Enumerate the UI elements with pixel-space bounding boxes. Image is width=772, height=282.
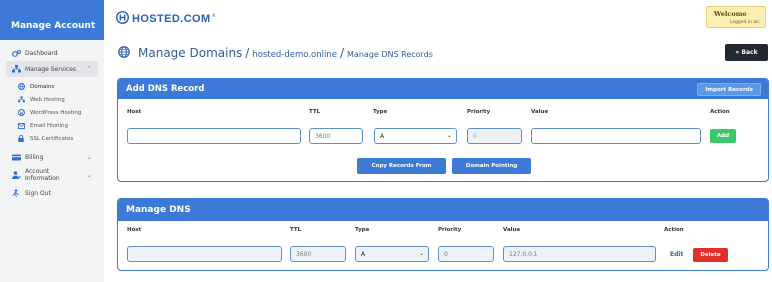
column-header-priority: Priority (467, 109, 491, 115)
column-header-type: Type (355, 227, 370, 233)
sidebar-subitem-label: Web Hosting (30, 96, 65, 103)
record-priority-input[interactable]: 0 (438, 246, 494, 262)
record-ttl-input[interactable]: 3600 (290, 246, 346, 262)
sidebar-item-label: Billing (25, 153, 44, 161)
sidebar-subitem-web-hosting[interactable]: Web Hosting (0, 93, 104, 106)
column-header-ttl: TTL (309, 109, 321, 115)
globe-icon (118, 43, 130, 62)
record-host-input[interactable] (127, 246, 282, 262)
chevron-up-icon: ⌃ (86, 65, 92, 73)
domain-pointing-button[interactable]: Domain Pointing (452, 158, 531, 174)
priority-input[interactable]: 0 (467, 128, 522, 144)
logo-text: HOSTED.COM (132, 12, 211, 25)
chevron-down-icon: ⌄ (86, 171, 92, 179)
sidebar: Manage Account Dashboard Manage Services… (0, 0, 104, 282)
chevron-down-icon: ⌄ (446, 132, 452, 139)
column-header-action: Action (664, 227, 684, 233)
ttl-input[interactable]: 3600 (309, 128, 363, 144)
logo-badge-icon (115, 9, 130, 28)
back-button[interactable]: « Back (725, 44, 768, 61)
column-header-host: Host (127, 109, 142, 115)
breadcrumb-separator: / (339, 45, 345, 60)
column-header-ttl: TTL (290, 227, 302, 233)
sidebar-item-sign-out[interactable]: Sign Out (0, 185, 104, 201)
card-header: Add DNS Record Import Records (118, 79, 768, 99)
lock-icon (17, 135, 25, 142)
card-title: Manage DNS (126, 205, 191, 215)
sidebar-item-label: Account Information (25, 168, 60, 182)
welcome-title: Welcome (714, 10, 747, 18)
card-title: Add DNS Record (126, 84, 205, 94)
app-window: Manage Account Dashboard Manage Services… (0, 0, 772, 282)
column-header-value: Value (531, 109, 549, 115)
globe-icon (17, 83, 25, 90)
sidebar-item-label: Manage Services (25, 65, 77, 73)
breadcrumb-manage-domains[interactable]: Manage Domains (138, 46, 242, 60)
type-select-value: A (380, 132, 385, 140)
billing-icon (11, 154, 21, 161)
sidebar-subitem-domains[interactable]: Domains (0, 80, 104, 93)
record-value-input[interactable]: 127.0.0.1 (503, 246, 656, 262)
welcome-subtitle: Logged in as: (729, 20, 760, 25)
breadcrumb-current: Manage DNS Records (347, 49, 433, 59)
type-select[interactable]: A ⌄ (374, 128, 457, 144)
delete-button[interactable]: Delete (693, 248, 728, 262)
manage-dns-card: Manage DNS Host TTL Type Priority Value … (117, 198, 769, 271)
user-icon (11, 171, 21, 179)
sidebar-subitem-ssl-certificates[interactable]: SSL Certificates (0, 132, 104, 145)
sidebar-item-label: Dashboard (25, 49, 58, 57)
wordpress-icon (17, 109, 25, 116)
column-header-priority: Priority (438, 227, 462, 233)
sidebar-menu: Dashboard Manage Services ⌃ Domains Web (0, 40, 104, 201)
sidebar-item-account-information[interactable]: Account Information ⌄ (0, 165, 104, 185)
chevron-down-icon: ⌄ (86, 153, 92, 161)
column-header-type: Type (373, 109, 388, 115)
chevron-down-icon: ⌄ (418, 250, 424, 257)
column-header-action: Action (710, 109, 730, 115)
sidebar-item-billing[interactable]: Billing ⌄ (0, 149, 104, 165)
welcome-box: Welcome Logged in as: (706, 6, 766, 28)
email-icon (17, 122, 25, 129)
sidebar-item-manage-services[interactable]: Manage Services ⌃ (6, 61, 98, 77)
copy-records-from-button[interactable]: Copy Records From (357, 158, 446, 174)
sidebar-item-label: Sign Out (25, 189, 51, 197)
add-dns-record-card: Add DNS Record Import Records Host TTL T… (117, 78, 769, 182)
host-input[interactable] (127, 128, 301, 144)
column-header-host: Host (127, 227, 142, 233)
brand-logo[interactable]: HOSTED.COM ® (115, 9, 216, 28)
breadcrumb: Manage Domains / hosted-demo.online / Ma… (138, 46, 433, 60)
sign-out-icon (11, 189, 21, 197)
page-title-row: Manage Domains / hosted-demo.online / Ma… (118, 43, 433, 62)
sidebar-subitem-label: WordPress Hosting (30, 109, 82, 116)
edit-link[interactable]: Edit (670, 251, 683, 258)
logo-mark: ® (211, 13, 216, 18)
value-input[interactable] (531, 128, 701, 144)
column-header-value: Value (503, 227, 521, 233)
breadcrumb-domain[interactable]: hosted-demo.online (252, 50, 337, 60)
sidebar-subitem-label: Domains (30, 83, 55, 90)
import-records-button[interactable]: Import Records (697, 83, 761, 96)
sidebar-subitem-label: Email Hosting (30, 122, 69, 129)
record-type-select[interactable]: A ⌄ (355, 246, 429, 262)
gears-icon (11, 49, 21, 57)
card-header: Manage DNS (118, 199, 768, 221)
add-button[interactable]: Add (710, 129, 736, 143)
sidebar-title: Manage Account (0, 0, 104, 40)
breadcrumb-separator: / (245, 45, 250, 60)
sidebar-subitem-email-hosting[interactable]: Email Hosting (0, 119, 104, 132)
sidebar-subitem-label: SSL Certificates (30, 135, 74, 142)
sitemap-icon (11, 65, 21, 73)
sidebar-subitem-wordpress-hosting[interactable]: WordPress Hosting (0, 106, 104, 119)
sidebar-item-dashboard[interactable]: Dashboard (0, 45, 104, 61)
record-type-value: A (361, 250, 366, 258)
sitemap-icon (17, 96, 25, 103)
